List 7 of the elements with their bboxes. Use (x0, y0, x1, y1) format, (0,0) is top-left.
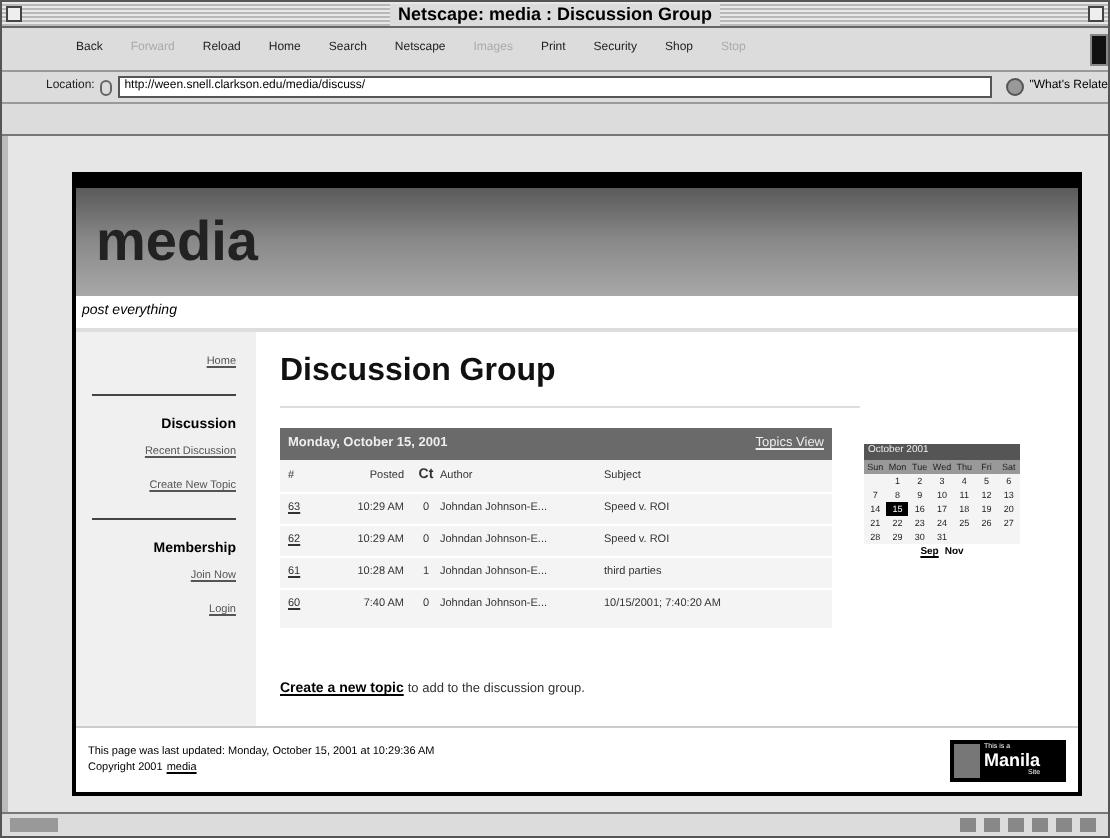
window-title: Netscape: media : Discussion Group (389, 3, 721, 25)
zoom-box[interactable] (1087, 6, 1104, 22)
close-box[interactable] (6, 6, 22, 22)
globe-icon (1006, 78, 1024, 96)
site-name: media (96, 208, 258, 276)
badge-name: Manila (984, 751, 1041, 769)
page-heading: Discussion Group (280, 348, 860, 408)
